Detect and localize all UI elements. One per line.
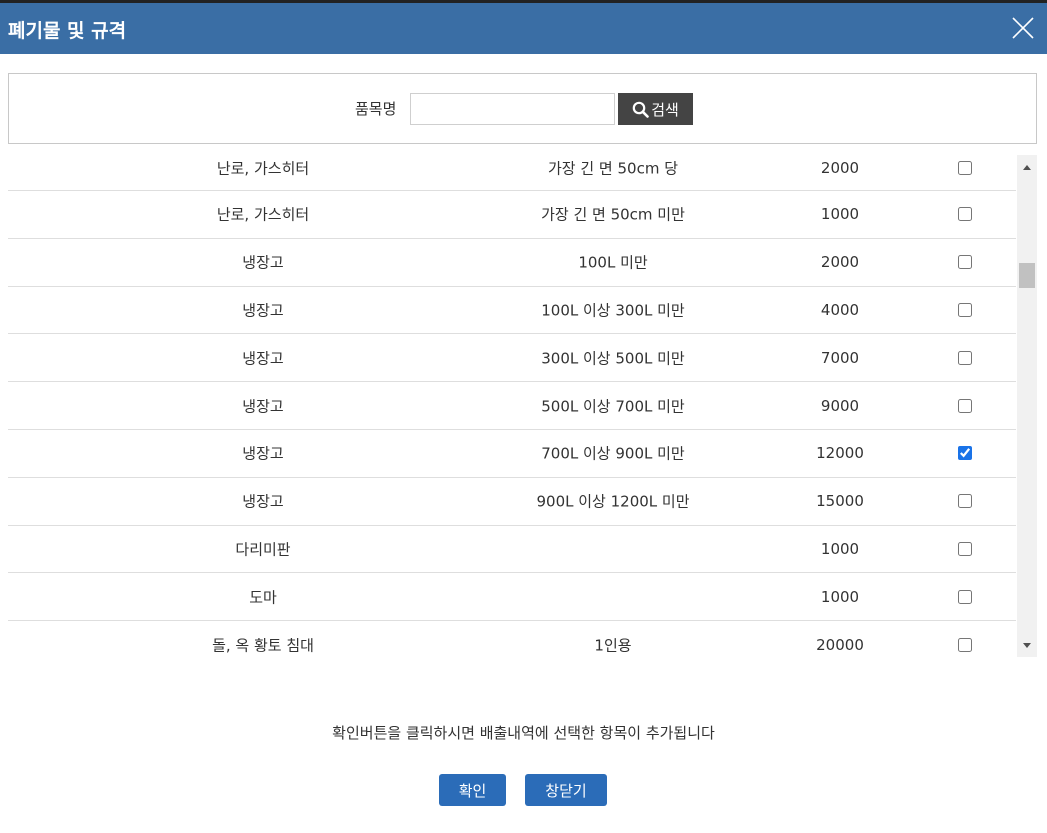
item-checkbox[interactable] [958, 589, 972, 604]
item-name: 냉장고 [242, 253, 284, 272]
item-price: 7000 [820, 348, 860, 367]
item-select-cell [958, 446, 974, 461]
search-panel: 품목명 검색 [8, 73, 1037, 144]
item-checkbox[interactable] [958, 207, 972, 222]
item-checkbox[interactable] [958, 255, 972, 270]
table-row: 난로, 가스히터 가장 긴 면 50cm 미만 1000 [8, 191, 1016, 239]
item-spec: 300L 이상 500L 미만 [541, 349, 685, 368]
item-name: 난로, 가스히터 [216, 205, 310, 224]
table-row: 돌, 옥 황토 침대 1인용 20000 [8, 621, 1016, 657]
table-row: 냉장고 300L 이상 500L 미만 7000 [8, 334, 1016, 383]
item-price: 4000 [820, 300, 860, 319]
item-checkbox[interactable] [958, 350, 972, 365]
search-button-label: 검색 [651, 100, 679, 119]
item-price: 20000 [816, 635, 864, 654]
notice-text: 확인버튼을 클릭하시면 배출내역에 선택한 항목이 추가됩니다 [332, 724, 715, 742]
scroll-up-arrow-icon[interactable] [1017, 157, 1037, 177]
close-icon[interactable] [1011, 16, 1035, 40]
confirm-button[interactable]: 확인 [439, 774, 506, 806]
table-row: 냉장고 100L 이상 300L 미만 4000 [8, 287, 1016, 335]
item-select-cell [958, 160, 974, 175]
item-spec: 700L 이상 900L 미만 [541, 444, 685, 463]
item-checkbox[interactable] [958, 160, 972, 175]
item-price: 15000 [816, 492, 864, 511]
item-select-cell [958, 302, 974, 317]
item-select-cell [958, 207, 974, 222]
dialog-title: 폐기물 및 규격 [8, 20, 127, 42]
table-row: 난로, 가스히터 가장 긴 면 50cm 당 2000 [8, 145, 1016, 191]
item-spec: 1인용 [594, 636, 632, 655]
item-name: 돌, 옥 황토 침대 [212, 636, 314, 655]
item-select-cell [958, 398, 974, 413]
item-checkbox[interactable] [958, 494, 972, 509]
item-spec: 900L 이상 1200L 미만 [536, 492, 690, 511]
table-row: 도마 1000 [8, 573, 1016, 622]
item-name: 도마 [249, 588, 277, 607]
search-icon [632, 101, 649, 118]
item-price: 2000 [820, 253, 860, 272]
item-price: 1000 [820, 205, 860, 224]
table-row: 냉장고 700L 이상 900L 미만 12000 [8, 430, 1016, 478]
scroll-down-arrow-icon[interactable] [1017, 635, 1037, 655]
close-window-button[interactable]: 창닫기 [525, 774, 607, 806]
dialog-titlebar: 폐기물 및 규격 [0, 0, 1047, 54]
list-scrollbar[interactable] [1017, 155, 1037, 657]
item-price: 1000 [820, 539, 860, 558]
item-name: 냉장고 [242, 492, 284, 511]
item-price: 12000 [816, 444, 864, 463]
item-spec: 가장 긴 면 50cm 미만 [541, 205, 685, 224]
item-select-cell [958, 637, 974, 652]
item-price: 2000 [820, 158, 860, 177]
table-row: 냉장고 500L 이상 700L 미만 9000 [8, 382, 1016, 430]
item-checkbox[interactable] [958, 637, 972, 652]
item-name: 냉장고 [242, 301, 284, 320]
item-list[interactable]: 난로, 가스히터 가장 긴 면 50cm 당 2000 난로, 가스히터 가장 긴 면 … [8, 145, 1037, 657]
item-spec: 100L 이상 300L 미만 [541, 301, 685, 320]
scrollbar-thumb[interactable] [1019, 263, 1035, 288]
item-select-cell [958, 589, 974, 604]
item-spec: 100L 미만 [578, 253, 648, 272]
item-spec: 가장 긴 면 50cm 당 [547, 159, 679, 177]
item-name: 냉장고 [242, 349, 284, 368]
item-select-cell [958, 494, 974, 509]
item-rows: 난로, 가스히터 가장 긴 면 50cm 당 2000 난로, 가스히터 가장 긴 면 … [8, 145, 1016, 657]
item-checkbox[interactable] [958, 541, 972, 556]
item-select-cell [958, 350, 974, 365]
item-price: 9000 [820, 396, 860, 415]
item-select-cell [958, 255, 974, 270]
item-name: 난로, 가스히터 [216, 159, 310, 177]
item-name: 냉장고 [242, 397, 284, 416]
item-checkbox[interactable] [958, 302, 972, 317]
item-name: 냉장고 [242, 444, 284, 463]
item-checkbox[interactable] [958, 398, 972, 413]
item-spec: 500L 이상 700L 미만 [541, 397, 685, 416]
item-name: 다리미판 [235, 540, 291, 559]
search-label: 품목명 [355, 100, 397, 118]
item-checkbox[interactable] [958, 446, 972, 461]
item-price: 1000 [820, 587, 860, 606]
table-row: 다리미판 1000 [8, 526, 1016, 574]
table-row: 냉장고 100L 미만 2000 [8, 239, 1016, 287]
item-select-cell [958, 541, 974, 556]
table-row: 냉장고 900L 이상 1200L 미만 15000 [8, 478, 1016, 526]
search-button[interactable]: 검색 [618, 93, 693, 125]
search-input[interactable] [410, 93, 615, 125]
